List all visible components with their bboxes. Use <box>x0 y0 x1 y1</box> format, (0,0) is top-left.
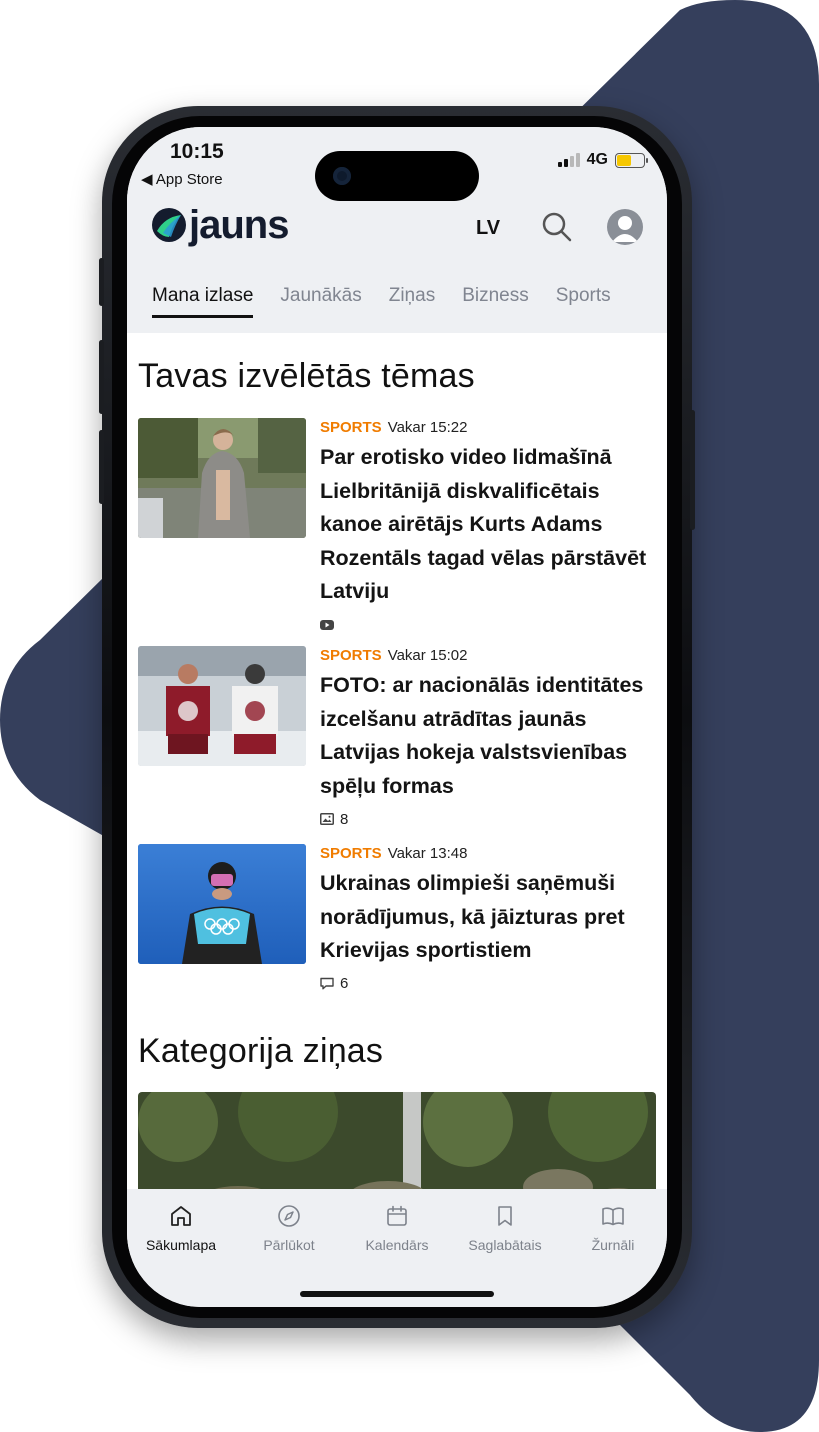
status-time: 10:15 <box>170 140 224 163</box>
tab-bizness[interactable]: Bizness <box>462 285 529 315</box>
nav-label: Sākumlapa <box>145 1237 217 1253</box>
gallery-icon <box>320 813 334 825</box>
home-indicator[interactable] <box>300 1291 494 1297</box>
article-extra <box>320 615 650 635</box>
compass-icon <box>278 1205 300 1227</box>
article-meta: SPORTS Vakar 15:02 <box>320 646 650 666</box>
battery-icon <box>615 152 648 168</box>
article-headline[interactable]: Ukrainas olimpieši saņēmuši norādījumus,… <box>320 867 650 968</box>
tab-zinas[interactable]: Ziņas <box>389 285 435 315</box>
logo-text: jauns <box>189 203 289 247</box>
app-screen: 10:15 ◀ App Store 4G jauns LV Mana izlas… <box>127 127 667 1307</box>
article-headline[interactable]: FOTO: ar nacionālās identitātes izcelšan… <box>320 669 650 803</box>
article-extra: 6 <box>320 974 650 994</box>
app-header: 10:15 ◀ App Store 4G jauns LV Mana izlas… <box>127 127 667 333</box>
article-meta: SPORTS Vakar 15:22 <box>320 418 650 438</box>
article-body: SPORTS Vakar 15:22 Par erotisko video lid… <box>320 418 650 635</box>
article-body: SPORTS Vakar 15:02 FOTO: ar nacionālās id… <box>320 646 650 829</box>
action-button <box>99 258 104 306</box>
section-title: Kategorija ziņas <box>138 1032 384 1070</box>
bottom-nav: Sākumlapa Pārlūkot Kalendārs Saglabātais… <box>127 1189 667 1307</box>
article-time: Vakar 15:22 <box>387 419 468 436</box>
gallery-count: 8 <box>340 810 349 828</box>
article-body: SPORTS Vakar 13:48 Ukrainas olimpieši saņ… <box>320 844 650 994</box>
article-thumbnail <box>138 844 306 964</box>
logo-mark-icon <box>152 208 186 242</box>
volume-up-button <box>99 340 104 414</box>
article-headline[interactable]: Par erotisko video lidmašīnā Lielbritāni… <box>320 441 650 609</box>
article-category[interactable]: SPORTS <box>320 419 382 436</box>
tab-jaunakas[interactable]: Jaunākās <box>280 285 361 315</box>
nav-browse[interactable]: Pārlūkot <box>235 1203 343 1253</box>
back-app-label: App Store <box>155 171 223 188</box>
status-indicators: 4G <box>557 151 648 169</box>
home-icon <box>171 1206 191 1226</box>
volume-down-button <box>99 430 104 504</box>
nav-saved[interactable]: Saglabātais <box>451 1203 559 1253</box>
language-switch[interactable]: LV <box>476 217 500 240</box>
article-meta: SPORTS Vakar 13:48 <box>320 844 650 864</box>
nav-label: Saglabātais <box>468 1237 542 1253</box>
article-category[interactable]: SPORTS <box>320 647 382 664</box>
article-thumbnail <box>138 646 306 766</box>
article-thumbnail <box>138 418 306 538</box>
category-tabs: Mana izlase Jaunākās Ziņas Bizness Sports <box>152 285 667 321</box>
network-label: 4G <box>586 151 608 168</box>
nav-label: Kalendārs <box>365 1237 429 1253</box>
nav-home[interactable]: Sākumlapa <box>127 1203 235 1253</box>
nav-label: Pārlūkot <box>263 1237 315 1253</box>
calendar-icon <box>387 1205 407 1226</box>
camera-icon <box>333 167 351 185</box>
article-category[interactable]: SPORTS <box>320 845 382 862</box>
tab-sports[interactable]: Sports <box>556 285 611 315</box>
power-button <box>690 410 695 530</box>
signal-icon <box>557 153 580 167</box>
bookmark-icon <box>498 1206 512 1226</box>
comment-icon <box>320 977 334 990</box>
nav-label: Žurnāli <box>591 1237 635 1253</box>
logo[interactable]: jauns <box>151 203 289 247</box>
dynamic-island <box>315 151 479 201</box>
nav-calendar[interactable]: Kalendārs <box>343 1203 451 1253</box>
tab-mana-izlase[interactable]: Mana izlase <box>152 285 254 318</box>
section-title: Tavas izvēlētās tēmas <box>138 357 475 395</box>
search-icon[interactable] <box>541 211 573 243</box>
back-to-app-link[interactable]: ◀ App Store <box>141 170 223 188</box>
article-time: Vakar 13:48 <box>387 845 468 862</box>
book-icon <box>602 1207 624 1226</box>
article-extra: 8 <box>320 809 650 829</box>
video-icon <box>320 619 334 630</box>
nav-magazines[interactable]: Žurnāli <box>559 1203 667 1253</box>
user-avatar-icon[interactable] <box>607 209 643 245</box>
comment-count: 6 <box>340 975 349 992</box>
article-time: Vakar 15:02 <box>387 647 468 664</box>
